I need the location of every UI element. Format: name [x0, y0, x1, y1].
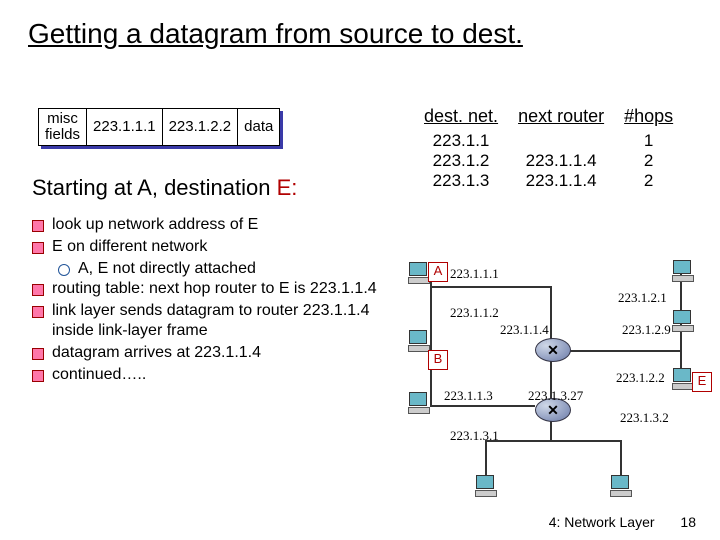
bullet-text: continued…..: [52, 365, 146, 385]
host-e-tag: E: [692, 372, 712, 392]
cell-next: [508, 131, 614, 151]
datagram-header-box: misc fields 223.1.1.1 223.1.2.2 data: [38, 108, 280, 146]
subhead-dest: E:: [277, 175, 298, 200]
list-item: routing table: next hop router to E is 2…: [32, 279, 392, 299]
bullet-list: look up network address of E E on differ…: [32, 215, 392, 387]
host-mid-icon: [408, 330, 428, 352]
routing-table: dest. net. next router #hops 223.1.1 1 2…: [414, 106, 683, 191]
cell-hops: 1: [614, 131, 683, 151]
host-right-icon: [672, 310, 692, 332]
table-row: 223.1.3 223.1.1.4 2: [414, 171, 683, 191]
page-number: 18: [680, 514, 696, 530]
sub-bullet-text: A, E not directly attached: [78, 259, 256, 279]
ip-label: 223.1.1.1: [450, 266, 499, 282]
col-next-router: next router: [508, 106, 614, 131]
subheading: Starting at A, destination E:: [32, 175, 297, 201]
misc-label-bot: fields: [45, 127, 80, 143]
ip-label: 223.1.2.2: [616, 370, 665, 386]
list-item: continued…..: [32, 365, 392, 385]
link-line: [570, 350, 680, 352]
datagram-data-label: data: [238, 109, 279, 145]
link-line: [430, 286, 550, 288]
page-title: Getting a datagram from source to dest.: [0, 0, 720, 50]
bullet-text: look up network address of E: [52, 215, 258, 235]
ip-label: 223.1.3.1: [450, 428, 499, 444]
bullet-icon: [32, 242, 44, 254]
link-line: [550, 286, 552, 346]
host-b-icon: [408, 392, 428, 414]
host-b-tag: B: [428, 350, 448, 370]
router-left-icon: ✕: [535, 338, 571, 362]
datagram-misc-fields: misc fields: [39, 109, 87, 145]
bullet-icon: [32, 348, 44, 360]
bullet-text: routing table: next hop router to E is 2…: [52, 279, 377, 299]
host-a-icon: [408, 262, 428, 284]
ip-label: 223.1.1.2: [450, 305, 499, 321]
bullet-text: link layer sends datagram to router 223.…: [52, 301, 392, 341]
link-line: [620, 440, 622, 475]
table-row: 223.1.1 1: [414, 131, 683, 151]
table-header-row: dest. net. next router #hops: [414, 106, 683, 131]
bullet-icon: [32, 370, 44, 382]
sub-list-item: A, E not directly attached: [58, 259, 392, 279]
bullet-icon: [32, 220, 44, 232]
host-br-icon: [610, 475, 630, 497]
col-hops: #hops: [614, 106, 683, 131]
list-item: look up network address of E: [32, 215, 392, 235]
sub-bullet-icon: [58, 264, 70, 276]
link-line: [485, 440, 487, 475]
list-item: datagram arrives at 223.1.1.4: [32, 343, 392, 363]
cell-next: 223.1.1.4: [508, 151, 614, 171]
host-a-tag: A: [428, 262, 448, 282]
ip-label: 223.1.3.2: [620, 410, 669, 426]
footer: 4: Network Layer 18: [549, 514, 696, 530]
cell-dest: 223.1.2: [414, 151, 508, 171]
ip-label: 223.1.2.9: [622, 322, 671, 338]
ip-label: 223.1.1.3: [444, 388, 493, 404]
ip-label: 223.1.1.4: [500, 322, 549, 338]
network-diagram: A 223.1.1.1 223.1.1.2 B 223.1.1.3 223.1.…: [400, 250, 710, 510]
list-item: link layer sends datagram to router 223.…: [32, 301, 392, 341]
list-item: E on different network: [32, 237, 392, 257]
cell-dest: 223.1.1: [414, 131, 508, 151]
cell-hops: 2: [614, 151, 683, 171]
bullet-icon: [32, 306, 44, 318]
cell-next: 223.1.1.4: [508, 171, 614, 191]
host-top-right-icon: [672, 260, 692, 282]
link-line: [430, 275, 432, 405]
subhead-prefix: Starting at A, destination: [32, 175, 277, 200]
bullet-text: E on different network: [52, 237, 207, 257]
datagram-src-ip: 223.1.1.1: [87, 109, 163, 145]
footer-label: 4: Network Layer: [549, 514, 655, 530]
host-e-icon: [672, 368, 692, 390]
bullet-text: datagram arrives at 223.1.1.4: [52, 343, 261, 363]
host-bl-icon: [475, 475, 495, 497]
bullet-icon: [32, 284, 44, 296]
misc-label-top: misc: [47, 111, 78, 127]
table-row: 223.1.2 223.1.1.4 2: [414, 151, 683, 171]
cell-hops: 2: [614, 171, 683, 191]
link-line: [485, 440, 620, 442]
link-line: [430, 405, 535, 407]
ip-label: 223.1.2.1: [618, 290, 667, 306]
col-dest-net: dest. net.: [414, 106, 508, 131]
datagram-dst-ip: 223.1.2.2: [163, 109, 239, 145]
ip-label: 223.1.3.27: [528, 388, 583, 404]
cell-dest: 223.1.3: [414, 171, 508, 191]
